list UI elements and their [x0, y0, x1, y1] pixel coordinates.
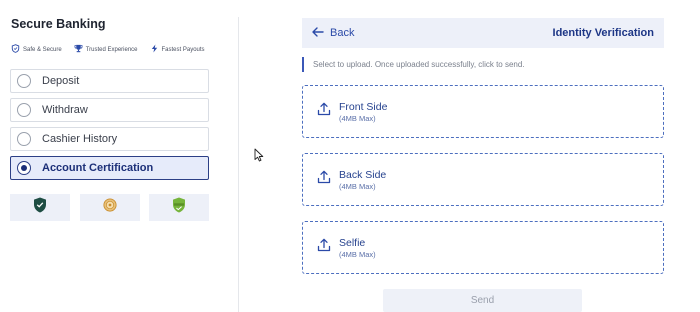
page-title: Identity Verification [552, 27, 654, 39]
panel-divider [238, 17, 239, 312]
upload-back-side[interactable]: Back Side (4MB Max) [302, 153, 664, 206]
menu-item-label: Withdraw [42, 104, 88, 116]
menu-item-deposit[interactable]: Deposit [10, 69, 209, 93]
radio-icon [17, 74, 31, 88]
menu-item-label: Cashier History [42, 133, 118, 145]
logo-card-verified [149, 194, 209, 221]
radio-selected-icon [17, 161, 31, 175]
logo-card-shield [10, 194, 70, 221]
upload-icon [317, 170, 339, 189]
upload-instructions: Select to upload. Once uploaded successf… [302, 57, 664, 72]
shield-icon [11, 44, 20, 55]
menu-item-withdraw[interactable]: Withdraw [10, 98, 209, 122]
back-label: Back [330, 27, 355, 39]
back-button[interactable]: Back [312, 26, 355, 40]
cashier-menu: Deposit Withdraw Cashier History Account… [10, 69, 209, 185]
menu-item-account-certification[interactable]: Account Certification [10, 156, 209, 180]
certification-logos [10, 194, 209, 221]
send-button[interactable]: Send [383, 289, 582, 312]
upload-front-side[interactable]: Front Side (4MB Max) [302, 85, 664, 138]
arrow-left-icon [312, 26, 324, 40]
badge-label: Trusted Experience [85, 46, 138, 53]
verified-logo-icon [172, 197, 186, 218]
badge-trusted-experience: Trusted Experience [74, 44, 138, 55]
upload-icon [317, 238, 339, 257]
menu-item-label: Deposit [42, 75, 80, 87]
sidebar: Secure Banking Safe & Secure Trusted Exp… [0, 0, 225, 312]
trophy-icon [74, 44, 83, 55]
upload-size-note: (4MB Max) [339, 113, 376, 123]
menu-item-label: Account Certification [42, 162, 154, 174]
upload-label: Front Side [339, 100, 388, 113]
upload-size-note: (4MB Max) [339, 249, 376, 259]
upload-selfie[interactable]: Selfie (4MB Max) [302, 221, 664, 274]
radio-icon [17, 103, 31, 117]
sidebar-title: Secure Banking [11, 17, 106, 31]
menu-item-cashier-history[interactable]: Cashier History [10, 127, 209, 151]
badge-label: Safe & Secure [23, 46, 62, 53]
logo-card-coin [79, 194, 140, 221]
shield-logo-icon [33, 197, 47, 218]
upload-size-note: (4MB Max) [339, 181, 376, 191]
badge-fastest-payouts: Fastest Payouts [150, 44, 205, 55]
upload-label: Selfie [339, 236, 366, 249]
badge-safe-secure: Safe & Secure [11, 44, 62, 55]
radio-icon [17, 132, 31, 146]
verification-header: Back Identity Verification [302, 18, 664, 48]
coin-logo-icon [102, 197, 117, 218]
verification-panel: Back Identity Verification Select to upl… [302, 18, 664, 312]
trust-badges: Safe & Secure Trusted Experience Fastest… [11, 44, 205, 55]
badge-label: Fastest Payouts [161, 46, 205, 53]
upload-icon [317, 102, 339, 121]
lightning-icon [150, 44, 159, 55]
mouse-cursor-icon [254, 148, 264, 162]
upload-label: Back Side [339, 168, 387, 181]
